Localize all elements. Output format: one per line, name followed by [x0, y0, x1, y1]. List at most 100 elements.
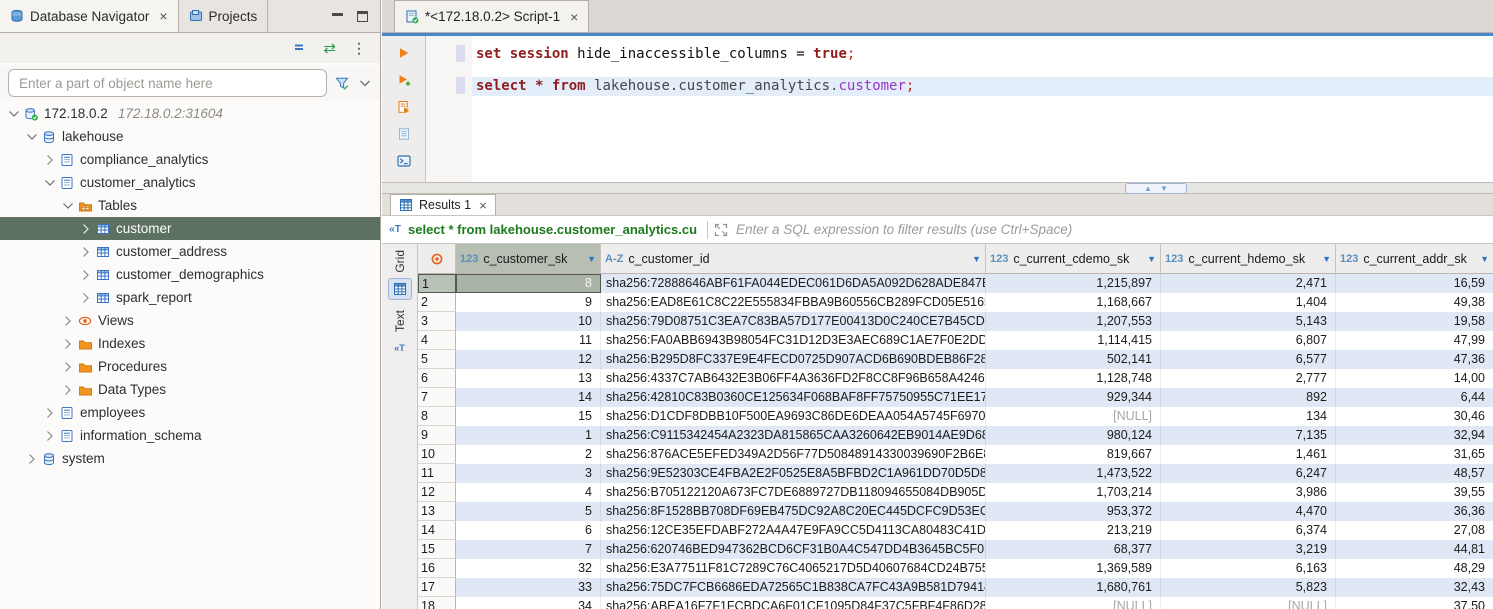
column-dropdown-icon[interactable]: ▼	[1480, 254, 1489, 264]
cell-c-customer-sk[interactable]: 14	[456, 388, 601, 407]
cell-c-current-hdemo-sk[interactable]: 6,577	[1161, 350, 1336, 369]
row-number[interactable]: 3	[418, 312, 456, 331]
cell-c-current-hdemo-sk[interactable]: 2,777	[1161, 369, 1336, 388]
row-number[interactable]: 10	[418, 445, 456, 464]
cell-c-customer-sk[interactable]: 32	[456, 559, 601, 578]
row-number[interactable]: 9	[418, 426, 456, 445]
cell-c-current-addr-sk[interactable]: 36,36	[1336, 502, 1493, 521]
cell-c-current-hdemo-sk[interactable]: [NULL]	[1161, 597, 1336, 609]
cell-c-customer-id[interactable]: sha256:12CE35EFDABF272A4A47E9FA9CC5D4113…	[601, 521, 986, 540]
column-header-c-customer-sk[interactable]: 123c_customer_sk▼	[456, 244, 601, 274]
chevron-right-icon[interactable]	[78, 291, 94, 305]
cell-c-customer-sk[interactable]: 6	[456, 521, 601, 540]
chevron-down-icon[interactable]	[6, 107, 22, 121]
expand-filter-icon[interactable]	[714, 223, 728, 237]
chevron-right-icon[interactable]	[60, 383, 76, 397]
cell-c-current-addr-sk[interactable]: 48,57	[1336, 464, 1493, 483]
cell-c-current-addr-sk[interactable]: 14,00	[1336, 369, 1493, 388]
results-filter-bar[interactable]: «T select * from lakehouse.customer_anal…	[382, 216, 1493, 244]
tab-results-1[interactable]: Results 1 ×	[390, 194, 496, 215]
column-header-c-current-addr-sk[interactable]: 123c_current_addr_sk▼	[1336, 244, 1493, 274]
cell-c-customer-sk[interactable]: 1	[456, 426, 601, 445]
cell-c-current-hdemo-sk[interactable]: 134	[1161, 407, 1336, 426]
row-number[interactable]: 4	[418, 331, 456, 350]
tree-item-system[interactable]: system	[0, 447, 380, 470]
cell-c-customer-id[interactable]: sha256:72888646ABF61FA044EDEC061D6DA5A09…	[601, 274, 986, 293]
chevron-right-icon[interactable]	[60, 360, 76, 374]
tab-text-presentation[interactable]: Text «T	[388, 310, 412, 359]
tab-sql-script[interactable]: *<172.18.0.2> Script-1 ×	[394, 0, 589, 32]
tree-item-customer-address[interactable]: customer_address	[0, 240, 380, 263]
tab-database-navigator[interactable]: Database Navigator ×	[0, 0, 179, 32]
sql-line-2[interactable]: select * from lakehouse.customer_analyti…	[472, 77, 1493, 96]
cell-c-customer-id[interactable]: sha256:C9115342454A2323DA815865CAA326064…	[601, 426, 986, 445]
cell-c-current-cdemo-sk[interactable]: 1,128,748	[986, 369, 1161, 388]
cell-c-current-addr-sk[interactable]: 32,43	[1336, 578, 1493, 597]
cell-c-customer-sk[interactable]: 3	[456, 464, 601, 483]
cell-c-customer-id[interactable]: sha256:E3A77511F81C7289C76C4065217D5D406…	[601, 559, 986, 578]
tree-item-data-types[interactable]: Data Types	[0, 378, 380, 401]
cell-c-customer-id[interactable]: sha256:B705122120A673FC7DE6889727DB11809…	[601, 483, 986, 502]
cell-c-current-cdemo-sk[interactable]: 1,215,897	[986, 274, 1161, 293]
cell-c-customer-id[interactable]: sha256:75DC7FCB6686EDA72565C1B838CA7FC43…	[601, 578, 986, 597]
chevron-down-icon[interactable]	[24, 130, 40, 144]
minimize-icon[interactable]	[332, 12, 343, 16]
tree-item-172-18-0-2[interactable]: 172.18.0.2172.18.0.2:31604	[0, 102, 380, 125]
cell-c-current-addr-sk[interactable]: 16,59	[1336, 274, 1493, 293]
column-dropdown-icon[interactable]: ▼	[972, 254, 981, 264]
cell-c-customer-sk[interactable]: 2	[456, 445, 601, 464]
cell-c-current-cdemo-sk[interactable]: 1,703,214	[986, 483, 1161, 502]
cell-c-current-hdemo-sk[interactable]: 6,247	[1161, 464, 1336, 483]
tree-item-views[interactable]: Views	[0, 309, 380, 332]
cell-c-customer-sk[interactable]: 15	[456, 407, 601, 426]
cell-c-current-addr-sk[interactable]: 32,94	[1336, 426, 1493, 445]
row-number[interactable]: 5	[418, 350, 456, 369]
cell-c-current-hdemo-sk[interactable]: 6,374	[1161, 521, 1336, 540]
cell-c-current-cdemo-sk[interactable]: [NULL]	[986, 597, 1161, 609]
cell-c-customer-sk[interactable]: 33	[456, 578, 601, 597]
grid-corner-cell[interactable]	[418, 244, 456, 274]
close-icon[interactable]: ×	[159, 8, 167, 24]
filter-expression-placeholder[interactable]: Enter a SQL expression to filter results…	[736, 222, 1072, 237]
row-number[interactable]: 1	[418, 274, 456, 293]
cell-c-customer-sk[interactable]: 5	[456, 502, 601, 521]
cell-c-current-hdemo-sk[interactable]: 5,823	[1161, 578, 1336, 597]
cell-c-current-addr-sk[interactable]: 37,50	[1336, 597, 1493, 609]
cell-c-current-hdemo-sk[interactable]: 5,143	[1161, 312, 1336, 331]
row-number[interactable]: 16	[418, 559, 456, 578]
execute-new-tab-icon[interactable]	[397, 73, 411, 87]
editor-results-splitter[interactable]: ▲ ▼	[382, 182, 1493, 194]
tree-item-tables[interactable]: Tables	[0, 194, 380, 217]
row-number[interactable]: 14	[418, 521, 456, 540]
cell-c-current-addr-sk[interactable]: 49,38	[1336, 293, 1493, 312]
chevron-down-icon[interactable]	[60, 199, 76, 213]
cell-c-current-addr-sk[interactable]: 31,65	[1336, 445, 1493, 464]
close-icon[interactable]: ×	[479, 198, 487, 213]
row-number[interactable]: 12	[418, 483, 456, 502]
cell-c-current-hdemo-sk[interactable]: 4,470	[1161, 502, 1336, 521]
column-dropdown-icon[interactable]: ▼	[1322, 254, 1331, 264]
cell-c-current-hdemo-sk[interactable]: 6,807	[1161, 331, 1336, 350]
cell-c-customer-id[interactable]: sha256:ABEA16F7F1FCBDCA6F01CF1095D84F37C…	[601, 597, 986, 609]
chevron-right-icon[interactable]	[42, 429, 58, 443]
open-sql-console-icon[interactable]	[397, 154, 411, 168]
row-number[interactable]: 15	[418, 540, 456, 559]
sql-editor-body[interactable]: set session hide_inaccessible_columns = …	[382, 36, 1493, 182]
cell-c-current-cdemo-sk[interactable]: [NULL]	[986, 407, 1161, 426]
cell-c-customer-id[interactable]: sha256:9E52303CE4FBA2E2F0525E8A5BFBD2C1A…	[601, 464, 986, 483]
tab-projects[interactable]: Projects	[179, 0, 269, 32]
cell-c-customer-sk[interactable]: 4	[456, 483, 601, 502]
cell-c-customer-id[interactable]: sha256:FA0ABB6943B98054FC31D12D3E3AEC689…	[601, 331, 986, 350]
close-icon[interactable]: ×	[570, 9, 578, 25]
tree-item-procedures[interactable]: Procedures	[0, 355, 380, 378]
cell-c-customer-sk[interactable]: 10	[456, 312, 601, 331]
cell-c-customer-sk[interactable]: 34	[456, 597, 601, 609]
chevron-right-icon[interactable]	[24, 452, 40, 466]
chevron-right-icon[interactable]	[60, 337, 76, 351]
filter-funnel-icon[interactable]	[335, 76, 350, 90]
tree-item-compliance-analytics[interactable]: compliance_analytics	[0, 148, 380, 171]
cell-c-current-hdemo-sk[interactable]: 1,404	[1161, 293, 1336, 312]
cell-c-current-cdemo-sk[interactable]: 213,219	[986, 521, 1161, 540]
column-header-c-customer-id[interactable]: A-Zc_customer_id▼	[601, 244, 986, 274]
cell-c-current-addr-sk[interactable]: 6,44	[1336, 388, 1493, 407]
